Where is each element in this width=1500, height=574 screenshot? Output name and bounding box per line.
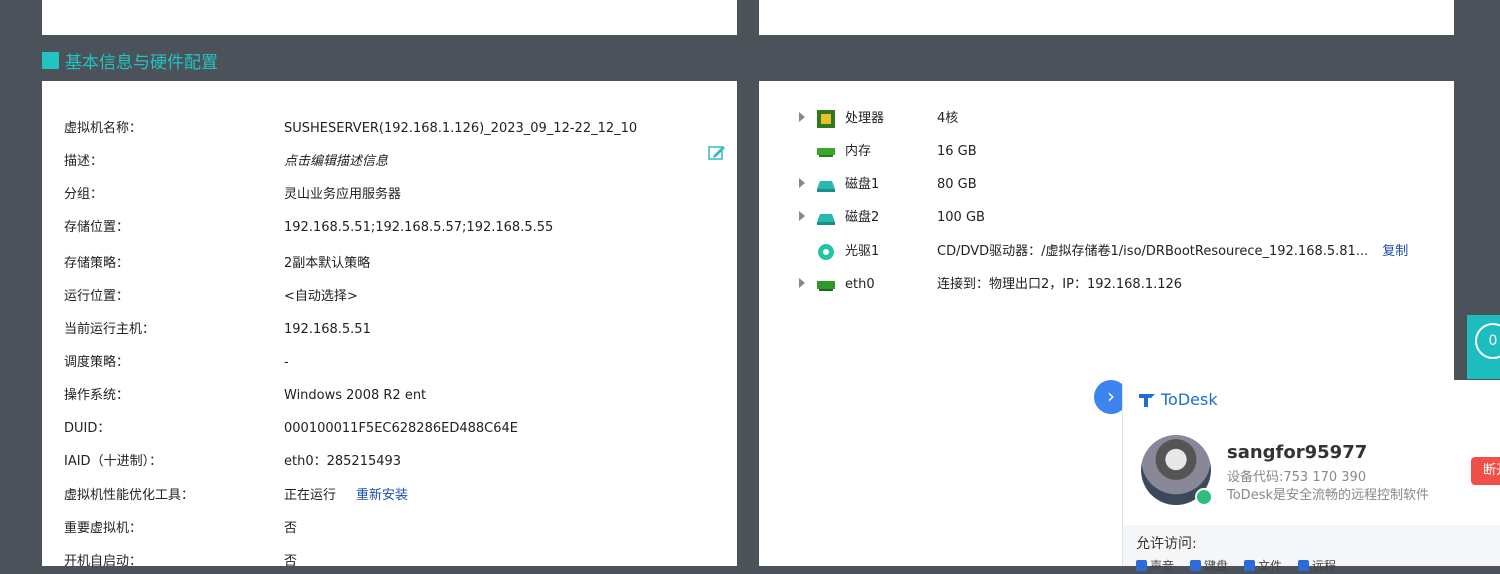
hardware-value: 4核 [937, 109, 958, 129]
hardware-value: 100 GB [937, 208, 985, 228]
info-value: 000100011F5EC628286ED488C64E [284, 419, 518, 439]
section-header: 基本信息与硬件配置 [42, 48, 218, 73]
info-value-text: SUSHESERVER(192.168.1.126)_2023_09_12-22… [284, 121, 638, 136]
section-title: 基本信息与硬件配置 [65, 52, 218, 73]
memory-icon [816, 143, 836, 161]
info-value: SUSHESERVER(192.168.1.126)_2023_09_12-22… [284, 119, 637, 139]
top-left-panel [42, 0, 737, 35]
hardware-row[interactable]: 磁盘2 100 GB [759, 208, 1454, 228]
hardware-value: 80 GB [937, 175, 977, 195]
cpu-icon [816, 110, 836, 128]
hardware-value-text: 100 GB [937, 210, 985, 225]
todesk-username: sangfor95977 [1227, 442, 1368, 463]
disk-icon [816, 209, 836, 227]
info-value: 2副本默认策略 [284, 254, 370, 274]
description-value[interactable]: 点击编辑描述信息 [284, 152, 388, 172]
section-marker-icon [42, 51, 59, 69]
info-value-text: 2副本默认策略 [284, 256, 371, 271]
info-label: 当前运行主机： [64, 322, 156, 337]
cdrom-icon [816, 243, 836, 261]
info-label: 运行位置： [64, 289, 130, 304]
info-label: 存储位置： [64, 220, 130, 235]
hardware-name: 磁盘1 [845, 177, 880, 192]
info-label: 存储策略： [64, 256, 130, 271]
info-value-text: 正在运行 [284, 488, 337, 503]
info-value: 192.168.5.51;192.168.5.57;192.168.5.55 [284, 218, 553, 238]
info-value-text: 否 [284, 554, 298, 569]
todesk-logo-icon [1139, 393, 1155, 407]
todesk-brand-label: ToDesk [1161, 390, 1218, 409]
info-value-text: eth0：285215493 [284, 454, 402, 469]
info-value-text: 灵山业务应用服务器 [284, 187, 402, 202]
connected-badge-icon [1195, 488, 1213, 506]
hardware-name: 内存 [845, 144, 872, 159]
info-value-text: Windows 2008 R2 ent [284, 388, 427, 403]
hardware-value-text: 80 GB [937, 177, 977, 192]
basic-info-panel: 虚拟机名称： SUSHESERVER(192.168.1.126)_2023_09… [42, 81, 737, 569]
hardware-row[interactable]: 处理器 4核 [759, 109, 1454, 129]
info-value-text: 000100011F5EC628286ED488C64E [284, 421, 518, 436]
info-value: 否 [284, 519, 297, 539]
info-value-text: 192.168.5.51;192.168.5.57;192.168.5.55 [284, 220, 554, 235]
hardware-value: CD/DVD驱动器：/虚拟存储卷1/iso/DRBootResourece_19… [937, 242, 1408, 262]
info-value-text: 否 [284, 521, 298, 536]
info-value: - [284, 353, 289, 373]
nic-icon [816, 276, 836, 294]
info-label: 描述： [64, 154, 104, 169]
info-label: 调度策略： [64, 355, 130, 370]
allow-access-label: 允许访问: [1136, 536, 1197, 552]
top-right-panel [759, 0, 1454, 35]
info-label: 分组： [64, 187, 104, 202]
hardware-value-text: 连接到：物理出口2，IP：192.168.1.126 [937, 277, 1183, 292]
disk-icon [816, 176, 836, 194]
side-tab-counter: 0 [1475, 323, 1500, 359]
info-value: 否 [284, 552, 297, 572]
expand-arrow-icon[interactable] [799, 278, 805, 288]
info-value: <自动选择> [284, 287, 358, 307]
hardware-name: 处理器 [845, 111, 885, 126]
info-label: DUID： [64, 421, 111, 436]
copy-link[interactable]: 复制 [1382, 244, 1408, 259]
todesk-popup: ToDesk sangfor95977 设备代码:753 170 390 ToD… [1122, 380, 1500, 573]
info-value-text: 点击编辑描述信息 [284, 154, 389, 169]
hardware-name: 光驱1 [845, 244, 880, 259]
info-value: 正在运行 重新安装 [284, 486, 408, 506]
hardware-value-text: CD/DVD驱动器：/虚拟存储卷1/iso/DRBootResourece_19… [937, 244, 1369, 259]
expand-arrow-icon[interactable] [799, 211, 805, 221]
todesk-brand: ToDesk [1138, 390, 1218, 409]
hardware-value-text: 16 GB [937, 144, 977, 159]
reinstall-link[interactable]: 重新安装 [356, 488, 408, 503]
todesk-footer: 允许访问: 声音 键盘 文件 远程 [1123, 525, 1500, 573]
info-label: 开机自启动： [64, 554, 143, 569]
hardware-name: eth0 [845, 277, 875, 292]
info-value: eth0：285215493 [284, 452, 401, 472]
info-label: 虚拟机性能优化工具： [64, 488, 195, 503]
edit-icon[interactable] [708, 145, 726, 161]
info-value-text: <自动选择> [284, 289, 358, 304]
hardware-row: 光驱1 CD/DVD驱动器：/虚拟存储卷1/iso/DRBootResourece… [759, 242, 1454, 262]
info-value: Windows 2008 R2 ent [284, 386, 426, 406]
side-tab[interactable]: 0 [1467, 315, 1500, 379]
hardware-row[interactable]: 磁盘1 80 GB [759, 175, 1454, 195]
hardware-value: 16 GB [937, 142, 977, 162]
info-label: 重要虚拟机： [64, 521, 143, 536]
expand-arrow-icon[interactable] [799, 112, 805, 122]
hardware-name: 磁盘2 [845, 210, 880, 225]
hardware-value: 连接到：物理出口2，IP：192.168.1.126 [937, 275, 1182, 295]
info-label: 操作系统： [64, 388, 130, 403]
info-label: IAID（十进制）： [64, 454, 163, 469]
info-value-text: - [284, 355, 289, 370]
info-value: 灵山业务应用服务器 [284, 185, 401, 205]
todesk-device-code: 设备代码:753 170 390 [1227, 470, 1367, 485]
todesk-slogan: ToDesk是安全流畅的远程控制软件 [1227, 488, 1429, 503]
expand-arrow-icon[interactable] [799, 178, 805, 188]
info-label: 虚拟机名称： [64, 121, 143, 136]
hardware-row: 内存 16 GB [759, 142, 1454, 162]
info-value: 192.168.5.51 [284, 320, 371, 340]
hardware-value-text: 4核 [937, 111, 959, 126]
disconnect-button[interactable]: 断开 [1471, 457, 1500, 485]
info-value-text: 192.168.5.51 [284, 322, 371, 337]
hardware-row[interactable]: eth0 连接到：物理出口2，IP：192.168.1.126 [759, 275, 1454, 295]
